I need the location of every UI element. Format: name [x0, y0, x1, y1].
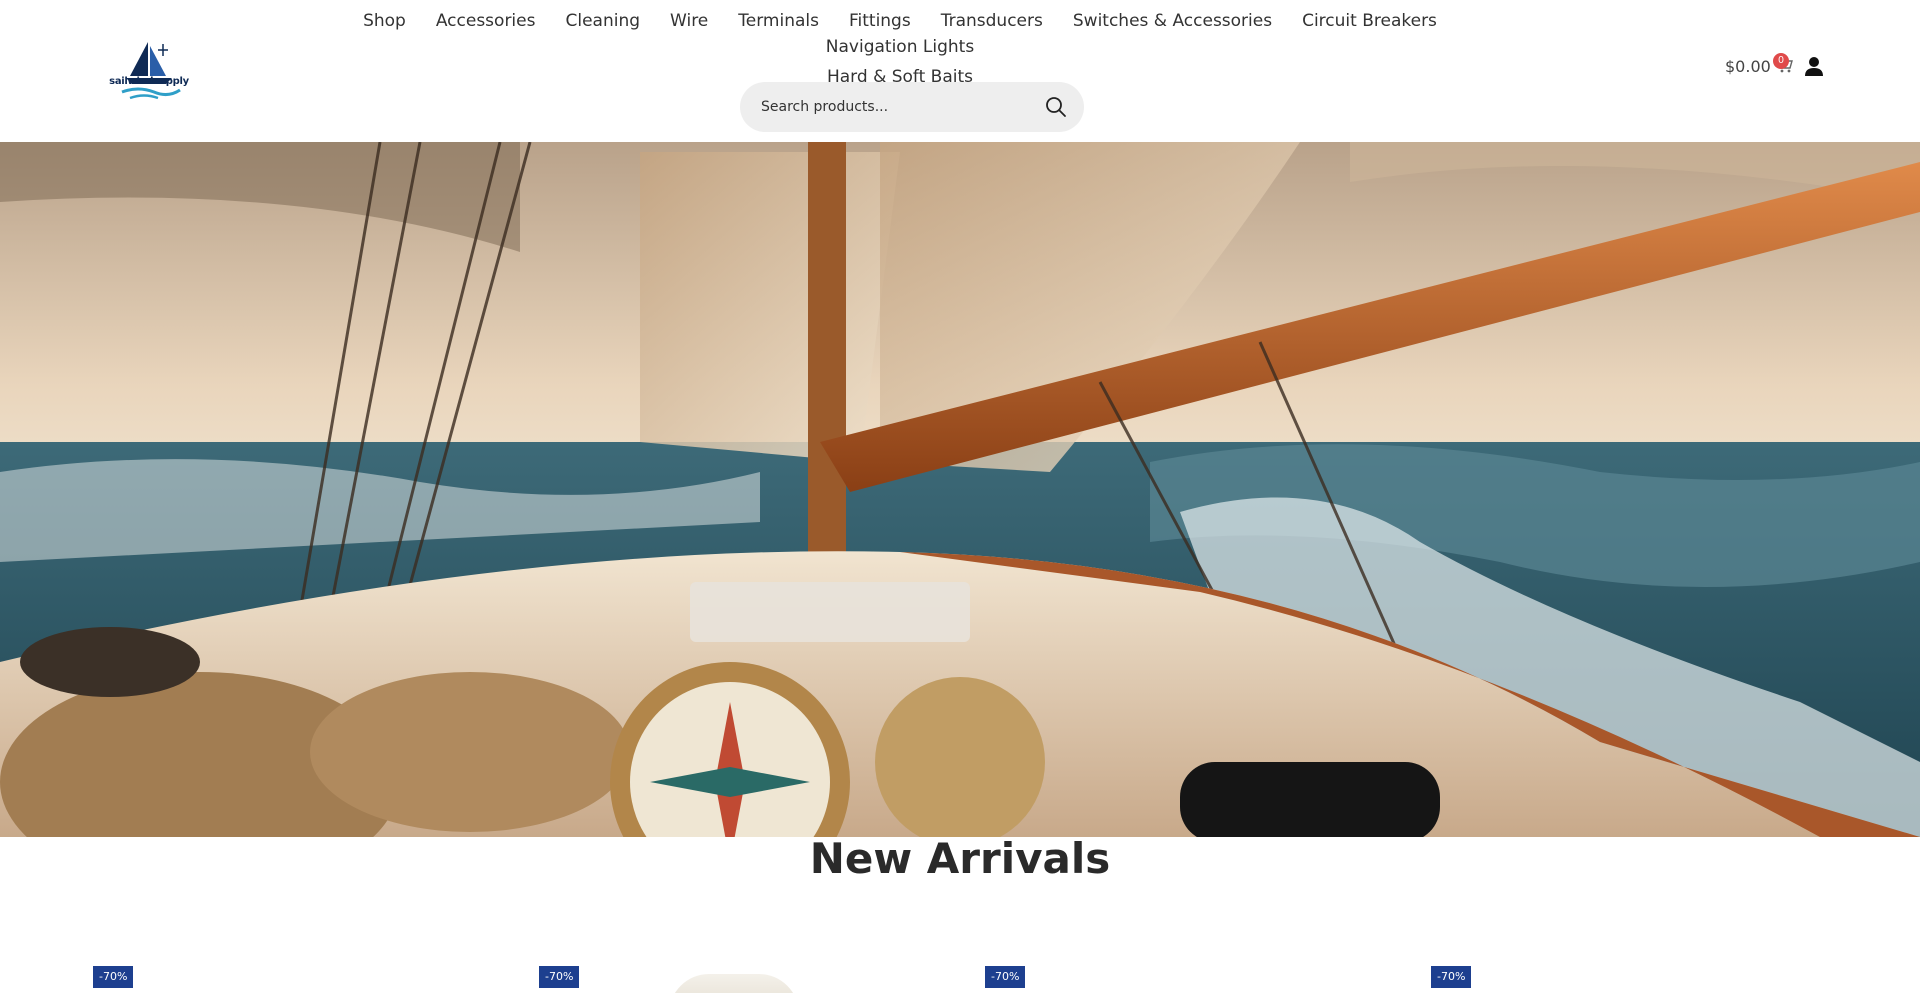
sailboat-logo-icon — [121, 42, 181, 100]
main-nav: Shop Accessories Cleaning Wire Terminals… — [280, 10, 1520, 88]
product-card[interactable]: -70% — [539, 966, 959, 993]
discount-badge: -70% — [985, 966, 1026, 988]
nav-item-terminals[interactable]: Terminals — [738, 10, 819, 32]
nav-item-switches-accessories[interactable]: Switches & Accessories — [1073, 10, 1272, 32]
account-icon[interactable] — [1804, 56, 1826, 78]
nav-item-accessories[interactable]: Accessories — [436, 10, 536, 32]
site-header: sailwindsupply Shop Accessories Cleaning… — [0, 0, 1920, 142]
nav-item-navigation-lights[interactable]: Navigation Lights — [826, 36, 974, 58]
logo-text: sailwindsupply — [109, 76, 189, 87]
cart-count-badge: 0 — [1773, 53, 1789, 69]
nav-item-shop[interactable]: Shop — [363, 10, 406, 32]
search-bar — [740, 82, 1084, 132]
product-image[interactable] — [669, 974, 799, 993]
search-input[interactable] — [761, 99, 1044, 115]
discount-badge: -70% — [93, 966, 134, 988]
hero-banner-image — [0, 142, 1920, 837]
site-logo[interactable]: sailwindsupply — [108, 36, 190, 102]
product-card[interactable]: -70% — [1431, 966, 1851, 993]
discount-badge: -70% — [539, 966, 580, 988]
discount-badge: -70% — [1431, 966, 1472, 988]
nav-item-circuit-breakers[interactable]: Circuit Breakers — [1302, 10, 1437, 32]
product-card[interactable]: -70% — [93, 966, 513, 993]
nav-item-fittings[interactable]: Fittings — [849, 10, 911, 32]
nav-item-wire[interactable]: Wire — [670, 10, 708, 32]
product-card[interactable]: -70% — [985, 966, 1405, 993]
new-arrivals-heading: New Arrivals — [809, 834, 1111, 883]
nav-item-cleaning[interactable]: Cleaning — [565, 10, 640, 32]
nav-item-transducers[interactable]: Transducers — [941, 10, 1043, 32]
search-icon[interactable] — [1044, 95, 1068, 119]
cart-total: $0.00 — [1725, 56, 1771, 76]
